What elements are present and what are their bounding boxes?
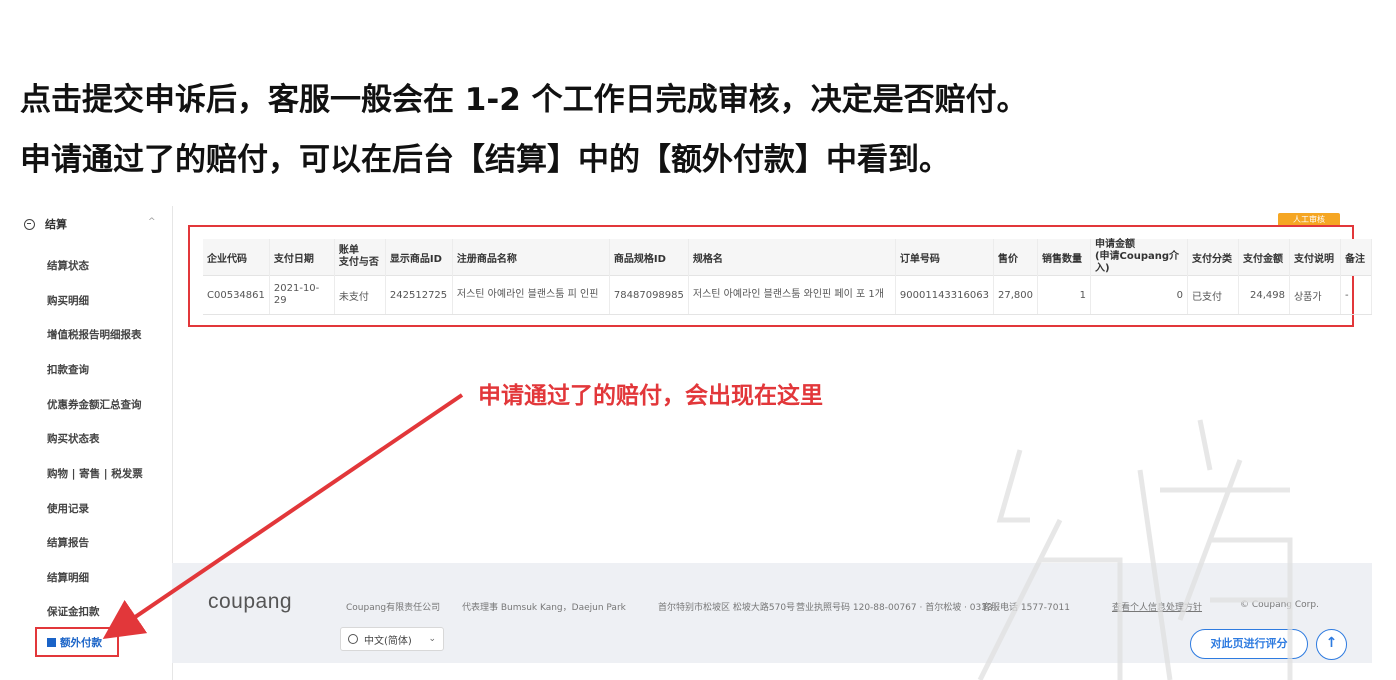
payment-table: 企业代码 支付日期 账单 支付与否 显示商品ID 注册商品名称 商品规格ID 规格… [203, 239, 1372, 315]
active-marker-icon [47, 637, 56, 647]
cell-price: 27,800 [993, 275, 1038, 315]
cell-pay-amount: 24,498 [1238, 275, 1290, 315]
instruction-heading-2: 申请通过了的赔付，可以在后台【结算】中的【额外付款】中看到。 [20, 142, 950, 178]
cell-order-no: 90001143316063 [895, 275, 994, 315]
table-row: C00534861 2021-10-29 未支付 242512725 저스틴 아… [203, 275, 1372, 315]
col-header: 企业代码 [203, 239, 270, 276]
chevron-up-icon[interactable]: ^ [148, 217, 156, 227]
col-header: 账单 支付与否 [334, 239, 386, 276]
sidebar-section-settlement[interactable]: 结算 [24, 216, 67, 232]
cell-paid-status: 未支付 [334, 275, 386, 315]
sidebar-item[interactable]: 结算明细 [47, 570, 89, 585]
instruction-heading-1: 点击提交申诉后，客服一般会在 1-2 个工作日完成审核，决定是否赔付。 [20, 82, 1028, 118]
col-header: 规格名 [688, 239, 896, 276]
col-header: 支付说明 [1289, 239, 1341, 276]
language-select[interactable]: 中文(简体) ⌄ [340, 627, 444, 651]
footer-copyright: © Coupang Corp. [1240, 600, 1319, 610]
sidebar-section-title: 结算 [45, 218, 67, 231]
cell-qty: 1 [1037, 275, 1091, 315]
cell-company-code: C00534861 [203, 275, 270, 315]
cell-pay-desc: 상품가 [1289, 275, 1341, 315]
sidebar-item-label: 额外付款 [60, 636, 102, 649]
col-header: 支付金额 [1238, 239, 1290, 276]
cell-option-id: 78487098985 [609, 275, 689, 315]
col-header: 支付分类 [1187, 239, 1239, 276]
cell-product-id: 242512725 [385, 275, 453, 315]
footer-address: 首尔特别市松坡区 松坡大路570号 [658, 603, 796, 613]
table-header-row: 企业代码 支付日期 账单 支付与否 显示商品ID 注册商品名称 商品规格ID 规格… [203, 239, 1372, 276]
footer-company: Coupang有限责任公司 [346, 603, 441, 613]
sidebar-item[interactable]: 结算报告 [47, 535, 89, 550]
sidebar-item[interactable]: 结算状态 [47, 258, 89, 273]
settlement-icon [24, 218, 35, 230]
annotation-text: 申请通过了的赔付，会出现在这里 [478, 383, 823, 409]
cell-pay-date: 2021-10-29 [269, 275, 335, 315]
coupang-logo: coupang [208, 590, 293, 613]
footer: coupang Coupang有限责任公司 代表理事 Bumsuk Kang，D… [172, 563, 1372, 663]
language-label: 中文(简体) [364, 635, 412, 647]
cell-remark: - [1340, 275, 1372, 315]
globe-icon [348, 634, 358, 644]
chevron-down-icon: ⌄ [428, 634, 436, 644]
sidebar-item-extra-payment[interactable]: 额外付款 [35, 627, 119, 657]
col-header: 支付日期 [269, 239, 335, 276]
cell-product-name: 저스틴 아예라인 블랜스툼 피 인핀 [452, 275, 610, 315]
privacy-policy-link[interactable]: 查看个人信息处理方针 [1112, 600, 1202, 613]
cell-claim-amount: 0 [1090, 275, 1188, 315]
col-header: 申请金额 (申请Coupang介入) [1090, 239, 1188, 276]
sidebar-item[interactable]: 使用记录 [47, 501, 89, 516]
rate-page-button[interactable]: 对此页进行评分 [1190, 629, 1308, 659]
sidebar-item[interactable]: 扣款查询 [47, 362, 89, 377]
footer-business-no: 营业执照号码 120-88-00767 · 首尔松坡 · 0333 [796, 603, 993, 613]
sidebar: 结算 ^ 结算状态 购买明细 增值税报告明细报表 扣款查询 优惠券金额汇总查询 … [14, 206, 173, 680]
sidebar-item[interactable]: 购买状态表 [47, 431, 100, 446]
col-header: 商品规格ID [609, 239, 689, 276]
col-header: 显示商品ID [385, 239, 453, 276]
col-header: 售价 [993, 239, 1038, 276]
col-header: 订单号码 [895, 239, 994, 276]
scroll-top-button[interactable]: ↑ [1316, 629, 1347, 660]
cell-pay-type: 已支付 [1187, 275, 1239, 315]
sidebar-item[interactable]: 优惠券金额汇总查询 [47, 397, 142, 412]
col-header: 销售数量 [1037, 239, 1091, 276]
sidebar-item[interactable]: 购买明细 [47, 293, 89, 308]
footer-phone: 客服电话 1577-7011 [982, 603, 1070, 613]
sidebar-item[interactable]: 增值税报告明细报表 [47, 327, 142, 342]
cell-option-name: 저스틴 아예라인 블랜스툼 와인핀 페이 포 1개 [688, 275, 896, 315]
sidebar-item[interactable]: 保证金扣款 [47, 604, 100, 619]
col-header: 备注 [1340, 239, 1372, 276]
footer-ceo: 代表理事 Bumsuk Kang，Daejun Park [462, 603, 626, 613]
sidebar-item[interactable]: 购物 | 寄售 | 税发票 [47, 466, 143, 481]
col-header: 注册商品名称 [452, 239, 610, 276]
